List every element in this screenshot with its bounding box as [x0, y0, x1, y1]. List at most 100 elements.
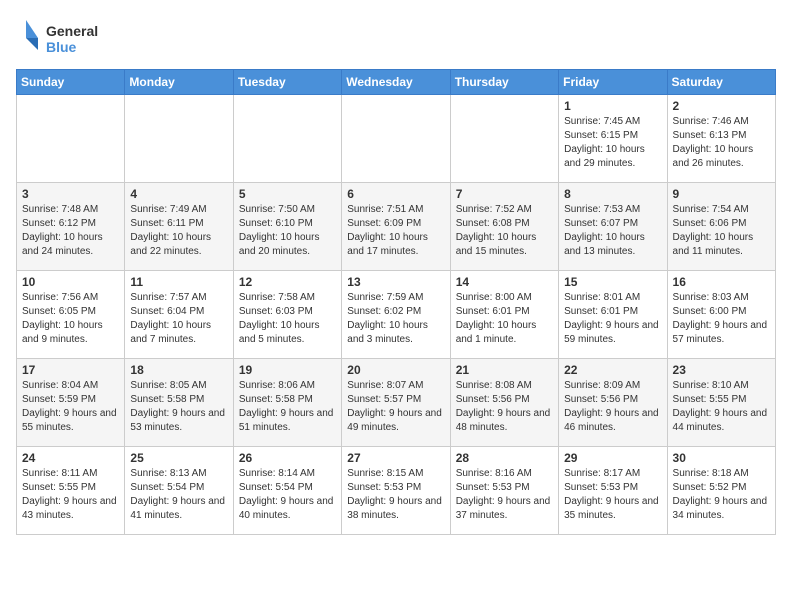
- day-info: Sunrise: 7:56 AMSunset: 6:05 PMDaylight:…: [22, 291, 119, 347]
- day-info: Sunrise: 7:58 AMSunset: 6:03 PMDaylight:…: [239, 291, 336, 347]
- calendar-day-19: 19 Sunrise: 8:06 AMSunset: 5:58 PMDayligh…: [233, 359, 341, 447]
- calendar-day-11: 11 Sunrise: 7:57 AMSunset: 6:04 PMDayligh…: [125, 271, 233, 359]
- day-info: Sunrise: 8:15 AMSunset: 5:53 PMDaylight:…: [347, 467, 444, 523]
- day-info: Sunrise: 7:46 AMSunset: 6:13 PMDaylight:…: [673, 115, 770, 171]
- calendar-day-4: 4 Sunrise: 7:49 AMSunset: 6:11 PMDaylight…: [125, 183, 233, 271]
- day-number: 1: [564, 99, 661, 113]
- day-number: 14: [456, 275, 553, 289]
- day-number: 5: [239, 187, 336, 201]
- day-number: 7: [456, 187, 553, 201]
- day-number: 25: [130, 451, 227, 465]
- day-info: Sunrise: 8:06 AMSunset: 5:58 PMDaylight:…: [239, 379, 336, 435]
- calendar-day-3: 3Sunrise: 7:48 AMSunset: 6:12 PMDaylight…: [17, 183, 125, 271]
- weekday-header-thursday: Thursday: [450, 70, 558, 95]
- weekday-header-monday: Monday: [125, 70, 233, 95]
- calendar-day-17: 17 Sunrise: 8:04 AMSunset: 5:59 PMDayligh…: [17, 359, 125, 447]
- calendar-day-27: 27 Sunrise: 8:15 AMSunset: 5:53 PMDayligh…: [342, 447, 450, 535]
- calendar-day-14: 14 Sunrise: 8:00 AMSunset: 6:01 PMDayligh…: [450, 271, 558, 359]
- weekday-header-friday: Friday: [559, 70, 667, 95]
- day-number: 8: [564, 187, 661, 201]
- page-header: GeneralBlue: [16, 16, 776, 61]
- calendar-day-20: 20 Sunrise: 8:07 AMSunset: 5:57 PMDayligh…: [342, 359, 450, 447]
- day-info: Sunrise: 8:10 AMSunset: 5:55 PMDaylight:…: [673, 379, 770, 435]
- day-info: Sunrise: 8:00 AMSunset: 6:01 PMDaylight:…: [456, 291, 553, 347]
- day-info: Sunrise: 8:18 AMSunset: 5:52 PMDaylight:…: [673, 467, 770, 523]
- calendar-day-12: 12 Sunrise: 7:58 AMSunset: 6:03 PMDayligh…: [233, 271, 341, 359]
- day-info: Sunrise: 7:52 AMSunset: 6:08 PMDaylight:…: [456, 203, 553, 259]
- day-info: Sunrise: 7:50 AMSunset: 6:10 PMDaylight:…: [239, 203, 336, 259]
- day-info: Sunrise: 8:07 AMSunset: 5:57 PMDaylight:…: [347, 379, 444, 435]
- day-number: 18: [130, 363, 227, 377]
- logo: GeneralBlue: [16, 16, 106, 61]
- day-number: 20: [347, 363, 444, 377]
- calendar-day-10: 10 Sunrise: 7:56 AMSunset: 6:05 PMDayligh…: [17, 271, 125, 359]
- calendar-week-row: 17 Sunrise: 8:04 AMSunset: 5:59 PMDayligh…: [17, 359, 776, 447]
- calendar-day-23: 23 Sunrise: 8:10 AMSunset: 5:55 PMDayligh…: [667, 359, 775, 447]
- day-number: 12: [239, 275, 336, 289]
- day-info: Sunrise: 7:53 AMSunset: 6:07 PMDaylight:…: [564, 203, 661, 259]
- empty-calendar-cell: [233, 95, 341, 183]
- day-info: Sunrise: 8:09 AMSunset: 5:56 PMDaylight:…: [564, 379, 661, 435]
- day-number: 23: [673, 363, 770, 377]
- calendar-week-row: 24 Sunrise: 8:11 AMSunset: 5:55 PMDayligh…: [17, 447, 776, 535]
- day-number: 3: [22, 187, 119, 201]
- day-number: 16: [673, 275, 770, 289]
- day-info: Sunrise: 8:04 AMSunset: 5:59 PMDaylight:…: [22, 379, 119, 435]
- calendar-day-1: 1 Sunrise: 7:45 AMSunset: 6:15 PMDaylight…: [559, 95, 667, 183]
- day-info: Sunrise: 7:59 AMSunset: 6:02 PMDaylight:…: [347, 291, 444, 347]
- day-number: 4: [130, 187, 227, 201]
- day-number: 19: [239, 363, 336, 377]
- svg-text:General: General: [46, 23, 98, 39]
- calendar-day-26: 26Sunrise: 8:14 AMSunset: 5:54 PMDayligh…: [233, 447, 341, 535]
- logo-svg: GeneralBlue: [16, 16, 106, 61]
- day-number: 11: [130, 275, 227, 289]
- calendar-day-9: 9 Sunrise: 7:54 AMSunset: 6:06 PMDaylight…: [667, 183, 775, 271]
- calendar-day-8: 8 Sunrise: 7:53 AMSunset: 6:07 PMDaylight…: [559, 183, 667, 271]
- day-info: Sunrise: 7:51 AMSunset: 6:09 PMDaylight:…: [347, 203, 444, 259]
- day-info: Sunrise: 7:57 AMSunset: 6:04 PMDaylight:…: [130, 291, 227, 347]
- empty-calendar-cell: [125, 95, 233, 183]
- day-number: 2: [673, 99, 770, 113]
- day-number: 17: [22, 363, 119, 377]
- calendar-table: SundayMondayTuesdayWednesdayThursdayFrid…: [16, 69, 776, 535]
- day-info: Sunrise: 8:08 AMSunset: 5:56 PMDaylight:…: [456, 379, 553, 435]
- calendar-day-22: 22 Sunrise: 8:09 AMSunset: 5:56 PMDayligh…: [559, 359, 667, 447]
- calendar-day-18: 18 Sunrise: 8:05 AMSunset: 5:58 PMDayligh…: [125, 359, 233, 447]
- day-info: Sunrise: 8:01 AMSunset: 6:01 PMDaylight:…: [564, 291, 661, 347]
- weekday-header-row: SundayMondayTuesdayWednesdayThursdayFrid…: [17, 70, 776, 95]
- day-number: 24: [22, 451, 119, 465]
- calendar-day-16: 16 Sunrise: 8:03 AMSunset: 6:00 PMDayligh…: [667, 271, 775, 359]
- day-number: 29: [564, 451, 661, 465]
- day-info: Sunrise: 8:14 AMSunset: 5:54 PMDaylight:…: [239, 467, 336, 523]
- day-number: 6: [347, 187, 444, 201]
- day-info: Sunrise: 8:05 AMSunset: 5:58 PMDaylight:…: [130, 379, 227, 435]
- calendar-day-25: 25 Sunrise: 8:13 AMSunset: 5:54 PMDayligh…: [125, 447, 233, 535]
- calendar-week-row: 3Sunrise: 7:48 AMSunset: 6:12 PMDaylight…: [17, 183, 776, 271]
- day-info: Sunrise: 8:11 AMSunset: 5:55 PMDaylight:…: [22, 467, 119, 523]
- calendar-week-row: 10 Sunrise: 7:56 AMSunset: 6:05 PMDayligh…: [17, 271, 776, 359]
- day-info: Sunrise: 8:03 AMSunset: 6:00 PMDaylight:…: [673, 291, 770, 347]
- day-number: 30: [673, 451, 770, 465]
- calendar-day-5: 5 Sunrise: 7:50 AMSunset: 6:10 PMDaylight…: [233, 183, 341, 271]
- day-number: 22: [564, 363, 661, 377]
- calendar-day-29: 29Sunrise: 8:17 AMSunset: 5:53 PMDayligh…: [559, 447, 667, 535]
- day-info: Sunrise: 8:16 AMSunset: 5:53 PMDaylight:…: [456, 467, 553, 523]
- day-number: 10: [22, 275, 119, 289]
- day-info: Sunrise: 7:45 AMSunset: 6:15 PMDaylight:…: [564, 115, 661, 171]
- calendar-day-21: 21 Sunrise: 8:08 AMSunset: 5:56 PMDayligh…: [450, 359, 558, 447]
- weekday-header-saturday: Saturday: [667, 70, 775, 95]
- day-number: 21: [456, 363, 553, 377]
- day-number: 15: [564, 275, 661, 289]
- day-number: 13: [347, 275, 444, 289]
- day-info: Sunrise: 7:49 AMSunset: 6:11 PMDaylight:…: [130, 203, 227, 259]
- calendar-day-28: 28Sunrise: 8:16 AMSunset: 5:53 PMDayligh…: [450, 447, 558, 535]
- calendar-day-30: 30 Sunrise: 8:18 AMSunset: 5:52 PMDayligh…: [667, 447, 775, 535]
- calendar-week-row: 1 Sunrise: 7:45 AMSunset: 6:15 PMDaylight…: [17, 95, 776, 183]
- calendar-day-2: 2 Sunrise: 7:46 AMSunset: 6:13 PMDaylight…: [667, 95, 775, 183]
- day-number: 9: [673, 187, 770, 201]
- weekday-header-sunday: Sunday: [17, 70, 125, 95]
- day-info: Sunrise: 7:54 AMSunset: 6:06 PMDaylight:…: [673, 203, 770, 259]
- calendar-day-6: 6 Sunrise: 7:51 AMSunset: 6:09 PMDaylight…: [342, 183, 450, 271]
- day-info: Sunrise: 8:13 AMSunset: 5:54 PMDaylight:…: [130, 467, 227, 523]
- day-number: 27: [347, 451, 444, 465]
